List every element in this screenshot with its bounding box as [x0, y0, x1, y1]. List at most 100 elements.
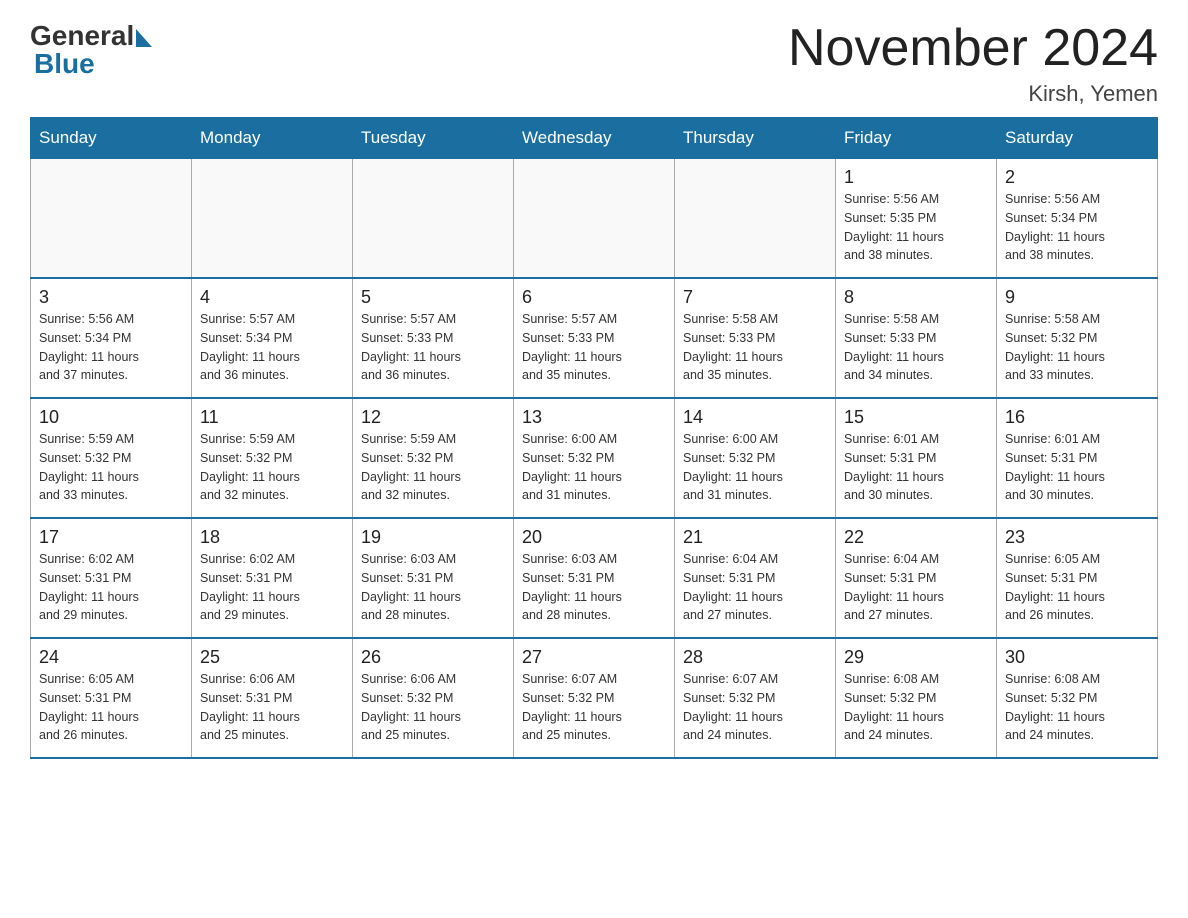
day-number: 7 — [683, 287, 827, 308]
title-area: November 2024 Kirsh, Yemen — [788, 20, 1158, 107]
calendar-cell: 25Sunrise: 6:06 AMSunset: 5:31 PMDayligh… — [192, 638, 353, 758]
calendar-cell — [192, 159, 353, 279]
day-info: Sunrise: 6:01 AMSunset: 5:31 PMDaylight:… — [1005, 430, 1149, 505]
calendar-cell: 11Sunrise: 5:59 AMSunset: 5:32 PMDayligh… — [192, 398, 353, 518]
day-number: 5 — [361, 287, 505, 308]
logo-blue-text: Blue — [34, 48, 95, 80]
calendar-week-1: 1Sunrise: 5:56 AMSunset: 5:35 PMDaylight… — [31, 159, 1158, 279]
day-number: 22 — [844, 527, 988, 548]
header: General Blue November 2024 Kirsh, Yemen — [30, 20, 1158, 107]
day-info: Sunrise: 5:59 AMSunset: 5:32 PMDaylight:… — [200, 430, 344, 505]
day-number: 29 — [844, 647, 988, 668]
day-info: Sunrise: 5:58 AMSunset: 5:32 PMDaylight:… — [1005, 310, 1149, 385]
calendar-cell: 12Sunrise: 5:59 AMSunset: 5:32 PMDayligh… — [353, 398, 514, 518]
calendar-cell: 15Sunrise: 6:01 AMSunset: 5:31 PMDayligh… — [836, 398, 997, 518]
day-info: Sunrise: 6:02 AMSunset: 5:31 PMDaylight:… — [39, 550, 183, 625]
day-info: Sunrise: 5:57 AMSunset: 5:33 PMDaylight:… — [522, 310, 666, 385]
day-info: Sunrise: 6:00 AMSunset: 5:32 PMDaylight:… — [522, 430, 666, 505]
day-number: 2 — [1005, 167, 1149, 188]
calendar-cell: 19Sunrise: 6:03 AMSunset: 5:31 PMDayligh… — [353, 518, 514, 638]
day-number: 28 — [683, 647, 827, 668]
weekday-header-saturday: Saturday — [997, 118, 1158, 159]
day-number: 25 — [200, 647, 344, 668]
calendar-cell — [675, 159, 836, 279]
weekday-header-monday: Monday — [192, 118, 353, 159]
calendar-cell: 28Sunrise: 6:07 AMSunset: 5:32 PMDayligh… — [675, 638, 836, 758]
day-number: 20 — [522, 527, 666, 548]
day-number: 26 — [361, 647, 505, 668]
day-number: 8 — [844, 287, 988, 308]
weekday-header-friday: Friday — [836, 118, 997, 159]
day-number: 15 — [844, 407, 988, 428]
calendar-cell: 2Sunrise: 5:56 AMSunset: 5:34 PMDaylight… — [997, 159, 1158, 279]
calendar: SundayMondayTuesdayWednesdayThursdayFrid… — [30, 117, 1158, 759]
weekday-header-thursday: Thursday — [675, 118, 836, 159]
calendar-cell: 26Sunrise: 6:06 AMSunset: 5:32 PMDayligh… — [353, 638, 514, 758]
day-info: Sunrise: 6:07 AMSunset: 5:32 PMDaylight:… — [683, 670, 827, 745]
day-info: Sunrise: 5:57 AMSunset: 5:33 PMDaylight:… — [361, 310, 505, 385]
weekday-header-sunday: Sunday — [31, 118, 192, 159]
day-info: Sunrise: 5:58 AMSunset: 5:33 PMDaylight:… — [683, 310, 827, 385]
calendar-cell: 9Sunrise: 5:58 AMSunset: 5:32 PMDaylight… — [997, 278, 1158, 398]
day-info: Sunrise: 6:07 AMSunset: 5:32 PMDaylight:… — [522, 670, 666, 745]
calendar-week-3: 10Sunrise: 5:59 AMSunset: 5:32 PMDayligh… — [31, 398, 1158, 518]
day-number: 17 — [39, 527, 183, 548]
day-number: 9 — [1005, 287, 1149, 308]
calendar-cell — [31, 159, 192, 279]
day-number: 4 — [200, 287, 344, 308]
day-info: Sunrise: 6:02 AMSunset: 5:31 PMDaylight:… — [200, 550, 344, 625]
day-info: Sunrise: 6:05 AMSunset: 5:31 PMDaylight:… — [1005, 550, 1149, 625]
calendar-cell — [353, 159, 514, 279]
day-number: 14 — [683, 407, 827, 428]
calendar-week-5: 24Sunrise: 6:05 AMSunset: 5:31 PMDayligh… — [31, 638, 1158, 758]
day-number: 12 — [361, 407, 505, 428]
day-info: Sunrise: 5:59 AMSunset: 5:32 PMDaylight:… — [361, 430, 505, 505]
calendar-cell: 24Sunrise: 6:05 AMSunset: 5:31 PMDayligh… — [31, 638, 192, 758]
calendar-week-4: 17Sunrise: 6:02 AMSunset: 5:31 PMDayligh… — [31, 518, 1158, 638]
weekday-header-wednesday: Wednesday — [514, 118, 675, 159]
day-number: 30 — [1005, 647, 1149, 668]
logo: General Blue — [30, 20, 152, 80]
day-number: 18 — [200, 527, 344, 548]
calendar-cell: 3Sunrise: 5:56 AMSunset: 5:34 PMDaylight… — [31, 278, 192, 398]
day-number: 10 — [39, 407, 183, 428]
day-info: Sunrise: 6:03 AMSunset: 5:31 PMDaylight:… — [361, 550, 505, 625]
day-info: Sunrise: 6:06 AMSunset: 5:32 PMDaylight:… — [361, 670, 505, 745]
day-number: 11 — [200, 407, 344, 428]
calendar-cell: 7Sunrise: 5:58 AMSunset: 5:33 PMDaylight… — [675, 278, 836, 398]
day-info: Sunrise: 6:05 AMSunset: 5:31 PMDaylight:… — [39, 670, 183, 745]
day-info: Sunrise: 5:58 AMSunset: 5:33 PMDaylight:… — [844, 310, 988, 385]
day-number: 6 — [522, 287, 666, 308]
weekday-header-tuesday: Tuesday — [353, 118, 514, 159]
calendar-cell: 6Sunrise: 5:57 AMSunset: 5:33 PMDaylight… — [514, 278, 675, 398]
calendar-cell: 1Sunrise: 5:56 AMSunset: 5:35 PMDaylight… — [836, 159, 997, 279]
calendar-cell: 21Sunrise: 6:04 AMSunset: 5:31 PMDayligh… — [675, 518, 836, 638]
day-number: 13 — [522, 407, 666, 428]
calendar-header: SundayMondayTuesdayWednesdayThursdayFrid… — [31, 118, 1158, 159]
calendar-cell: 8Sunrise: 5:58 AMSunset: 5:33 PMDaylight… — [836, 278, 997, 398]
day-info: Sunrise: 5:56 AMSunset: 5:34 PMDaylight:… — [1005, 190, 1149, 265]
day-info: Sunrise: 6:08 AMSunset: 5:32 PMDaylight:… — [844, 670, 988, 745]
weekday-row: SundayMondayTuesdayWednesdayThursdayFrid… — [31, 118, 1158, 159]
day-number: 1 — [844, 167, 988, 188]
calendar-cell: 30Sunrise: 6:08 AMSunset: 5:32 PMDayligh… — [997, 638, 1158, 758]
day-number: 27 — [522, 647, 666, 668]
calendar-cell: 13Sunrise: 6:00 AMSunset: 5:32 PMDayligh… — [514, 398, 675, 518]
calendar-week-2: 3Sunrise: 5:56 AMSunset: 5:34 PMDaylight… — [31, 278, 1158, 398]
day-info: Sunrise: 6:08 AMSunset: 5:32 PMDaylight:… — [1005, 670, 1149, 745]
calendar-cell: 5Sunrise: 5:57 AMSunset: 5:33 PMDaylight… — [353, 278, 514, 398]
day-number: 23 — [1005, 527, 1149, 548]
calendar-cell: 18Sunrise: 6:02 AMSunset: 5:31 PMDayligh… — [192, 518, 353, 638]
day-info: Sunrise: 6:06 AMSunset: 5:31 PMDaylight:… — [200, 670, 344, 745]
calendar-cell: 10Sunrise: 5:59 AMSunset: 5:32 PMDayligh… — [31, 398, 192, 518]
day-info: Sunrise: 5:59 AMSunset: 5:32 PMDaylight:… — [39, 430, 183, 505]
day-info: Sunrise: 6:03 AMSunset: 5:31 PMDaylight:… — [522, 550, 666, 625]
day-number: 3 — [39, 287, 183, 308]
day-info: Sunrise: 5:56 AMSunset: 5:35 PMDaylight:… — [844, 190, 988, 265]
calendar-cell: 14Sunrise: 6:00 AMSunset: 5:32 PMDayligh… — [675, 398, 836, 518]
calendar-cell: 4Sunrise: 5:57 AMSunset: 5:34 PMDaylight… — [192, 278, 353, 398]
day-number: 16 — [1005, 407, 1149, 428]
calendar-cell — [514, 159, 675, 279]
calendar-cell: 22Sunrise: 6:04 AMSunset: 5:31 PMDayligh… — [836, 518, 997, 638]
location: Kirsh, Yemen — [788, 81, 1158, 107]
